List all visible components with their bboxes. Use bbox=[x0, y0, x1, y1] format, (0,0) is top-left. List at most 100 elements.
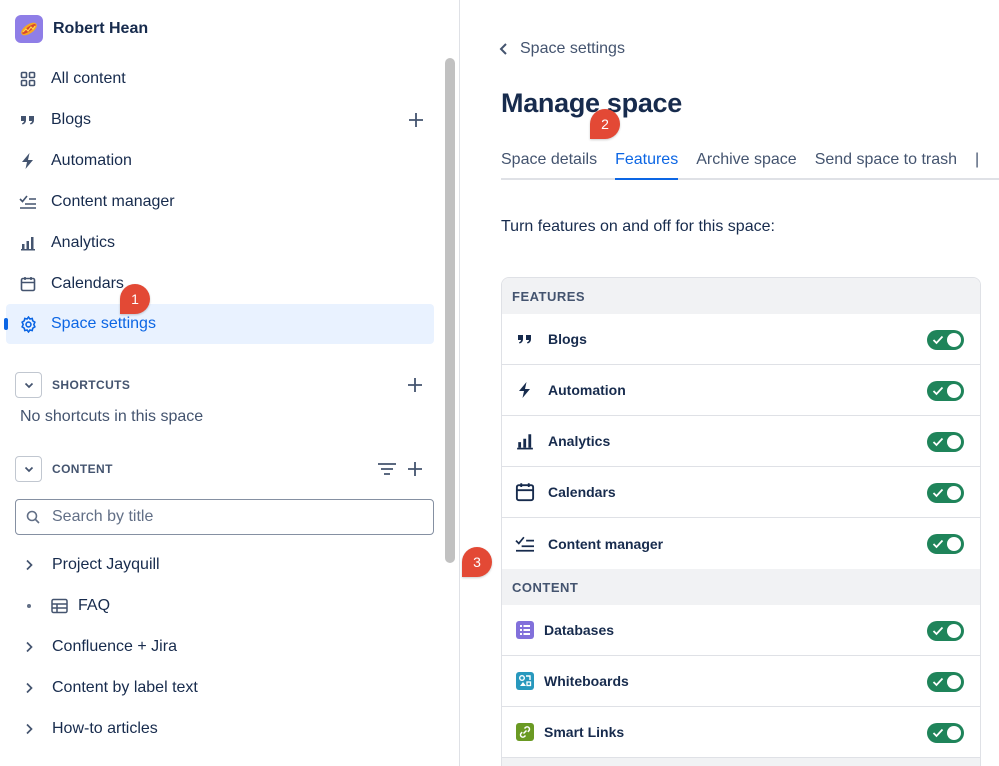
search-input-wrapper bbox=[15, 499, 434, 535]
feature-label: Automation bbox=[548, 382, 626, 398]
tab-space-details[interactable]: Space details bbox=[501, 146, 597, 178]
space-avatar bbox=[15, 15, 43, 43]
checklist-icon bbox=[514, 533, 536, 555]
tab-overflow[interactable]: | bbox=[975, 146, 979, 178]
collapse-content-button[interactable] bbox=[15, 456, 42, 482]
content-manager-toggle[interactable] bbox=[927, 534, 964, 554]
check-icon bbox=[932, 675, 945, 688]
sidebar-scrollbar[interactable] bbox=[445, 58, 455, 563]
filter-content-button[interactable] bbox=[377, 459, 397, 479]
sidebar-item-label: Calendars bbox=[51, 275, 124, 292]
feature-row-calendars: Calendars bbox=[502, 467, 980, 518]
tree-item-content-by-label[interactable]: Content by label text bbox=[6, 668, 434, 708]
sidebar-item-label: Content manager bbox=[51, 193, 175, 210]
plus-icon bbox=[409, 113, 423, 127]
callout-marker-3: 3 bbox=[462, 547, 492, 577]
feature-label: Calendars bbox=[548, 484, 616, 500]
sidebar-item-space-settings[interactable]: Space settings bbox=[4, 304, 434, 344]
search-input[interactable] bbox=[52, 508, 412, 526]
feature-label: Databases bbox=[544, 622, 615, 638]
sidebar-item-calendars[interactable]: Calendars bbox=[6, 264, 434, 304]
plus-icon bbox=[408, 378, 422, 392]
chevron-right-icon[interactable] bbox=[19, 723, 39, 735]
tree-item-how-to-articles[interactable]: How-to articles bbox=[6, 709, 434, 749]
feature-label: Smart Links bbox=[544, 724, 625, 740]
search-icon bbox=[26, 510, 40, 524]
check-icon bbox=[932, 384, 945, 397]
lightning-icon bbox=[514, 379, 536, 401]
feature-row-whiteboards: Whiteboards bbox=[502, 656, 980, 707]
features-intro-text: Turn features on and off for this space: bbox=[501, 218, 775, 235]
content-types-header: CONTENT bbox=[502, 569, 980, 605]
sidebar: Robert Hean All content Blogs Automation… bbox=[0, 0, 460, 766]
sidebar-item-blogs[interactable]: Blogs bbox=[6, 100, 434, 140]
check-icon bbox=[932, 333, 945, 346]
collapse-shortcuts-button[interactable] bbox=[15, 372, 42, 398]
page-title: Manage space bbox=[501, 88, 682, 118]
sidebar-item-content-manager[interactable]: Content manager bbox=[6, 182, 434, 222]
smart-links-toggle[interactable] bbox=[927, 723, 964, 743]
space-header[interactable]: Robert Hean bbox=[15, 14, 148, 44]
back-link-label: Space settings bbox=[520, 40, 625, 57]
quote-icon bbox=[514, 328, 536, 350]
main-content: Space settings Manage space Space detail… bbox=[461, 0, 999, 766]
shortcuts-section-header: SHORTCUTS bbox=[15, 372, 435, 398]
analytics-toggle[interactable] bbox=[927, 432, 964, 452]
feature-label: Blogs bbox=[548, 331, 587, 347]
feature-label: Analytics bbox=[548, 433, 611, 449]
tree-item-label: Project Jayquill bbox=[52, 556, 160, 573]
link-icon bbox=[514, 721, 536, 743]
calendar-icon bbox=[514, 481, 536, 503]
chevron-left-icon bbox=[499, 43, 507, 55]
chevron-right-icon[interactable] bbox=[19, 641, 39, 653]
shortcuts-empty-text: No shortcuts in this space bbox=[20, 408, 204, 425]
tree-item-label: Content by label text bbox=[52, 679, 198, 696]
tree-item-confluence-jira[interactable]: Confluence + Jira bbox=[6, 627, 434, 667]
tab-archive-space[interactable]: Archive space bbox=[696, 146, 797, 178]
add-shortcut-button[interactable] bbox=[405, 375, 425, 395]
database-table-icon bbox=[51, 597, 69, 615]
callout-marker-1: 1 bbox=[120, 284, 150, 314]
sidebar-item-label: Space settings bbox=[51, 315, 156, 332]
active-indicator bbox=[4, 318, 8, 330]
lightning-icon bbox=[19, 152, 37, 170]
back-to-space-settings-link[interactable]: Space settings bbox=[499, 40, 625, 58]
add-content-button[interactable] bbox=[405, 459, 425, 479]
tree-item-faq[interactable]: FAQ bbox=[6, 586, 434, 626]
chevron-down-icon bbox=[24, 466, 33, 473]
shortcuts-title: SHORTCUTS bbox=[52, 378, 131, 392]
tree-item-project-jayquill[interactable]: Project Jayquill bbox=[6, 545, 434, 585]
calendars-toggle[interactable] bbox=[927, 483, 964, 503]
quote-icon bbox=[19, 111, 37, 129]
tab-bar: Space details Features Archive space Sen… bbox=[501, 146, 999, 180]
check-icon bbox=[932, 435, 945, 448]
tab-features[interactable]: Features bbox=[615, 146, 679, 180]
feature-row-databases: Databases bbox=[502, 605, 980, 656]
calendar-icon bbox=[19, 275, 37, 293]
sidebar-item-all-content[interactable]: All content bbox=[6, 59, 434, 99]
tree-item-label: How-to articles bbox=[52, 720, 158, 737]
chevron-right-icon[interactable] bbox=[19, 682, 39, 694]
automation-toggle[interactable] bbox=[927, 381, 964, 401]
databases-toggle[interactable] bbox=[927, 621, 964, 641]
feature-label: Whiteboards bbox=[544, 673, 629, 689]
blogs-toggle[interactable] bbox=[927, 330, 964, 350]
tab-send-space-to-trash[interactable]: Send space to trash bbox=[815, 146, 957, 178]
callout-marker-2: 2 bbox=[590, 109, 620, 139]
add-blog-button[interactable] bbox=[406, 110, 426, 130]
whiteboards-toggle[interactable] bbox=[927, 672, 964, 692]
chevron-right-icon[interactable] bbox=[19, 559, 39, 571]
tree-item-label: Confluence + Jira bbox=[52, 638, 177, 655]
sidebar-item-automation[interactable]: Automation bbox=[6, 141, 434, 181]
content-title: CONTENT bbox=[52, 462, 113, 476]
feature-label: Content manager bbox=[548, 535, 664, 552]
feature-row-blogs: Blogs bbox=[502, 314, 980, 365]
sidebar-item-label: Automation bbox=[51, 152, 132, 169]
check-icon bbox=[932, 537, 945, 550]
gear-icon bbox=[19, 315, 37, 333]
sidebar-item-analytics[interactable]: Analytics bbox=[6, 223, 434, 263]
whiteboard-icon bbox=[514, 670, 536, 692]
sidebar-item-label: Analytics bbox=[51, 234, 116, 251]
plus-icon bbox=[408, 462, 422, 476]
feature-row-automation: Automation bbox=[502, 365, 980, 416]
